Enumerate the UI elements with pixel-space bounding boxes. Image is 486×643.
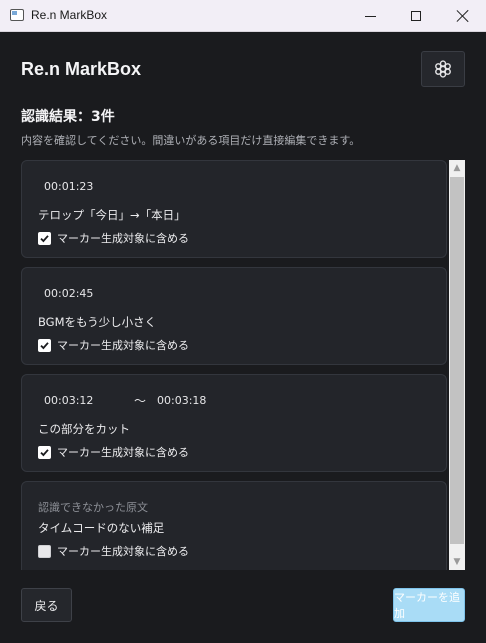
checkmark-icon (40, 341, 49, 349)
minimize-button[interactable] (347, 0, 393, 32)
instruction-text[interactable]: BGMをもう少し小さく (38, 314, 156, 330)
minimize-icon (364, 15, 376, 17)
start-timecode[interactable]: 00:01:23 (44, 180, 93, 193)
result-card: 00:03:12 〜 00:03:18 この部分をカット マーカー生成対象に含め… (21, 374, 447, 472)
end-timecode[interactable]: 00:03:18 (157, 394, 206, 407)
include-checkbox[interactable] (38, 544, 51, 558)
main-content: Re.n MarkBox 認識結果：3件 内容を確認してください。間違いがある項… (0, 32, 486, 643)
unrecognized-text[interactable]: タイムコードのない補足 (38, 520, 164, 536)
include-checkbox[interactable] (38, 338, 51, 352)
close-window-button[interactable] (440, 0, 486, 32)
results-heading: 認識結果：3件 (21, 109, 115, 125)
settings-button[interactable] (421, 51, 465, 87)
maximize-button[interactable] (393, 0, 439, 32)
results-list: 00:01:23 テロップ「今日」→「本日」 マーカー生成対象に含める 00:0… (21, 160, 447, 570)
include-checkbox-row[interactable]: マーカー生成対象に含める (38, 543, 189, 559)
instruction-text[interactable]: テロップ「今日」→「本日」 (38, 207, 186, 223)
window-title: Re.n MarkBox (31, 8, 108, 22)
add-markers-button[interactable]: マーカーを追加 (393, 588, 465, 622)
include-checkbox[interactable] (38, 445, 51, 459)
include-checkbox-label: マーカー生成対象に含める (57, 232, 189, 245)
include-checkbox-row[interactable]: マーカー生成対象に含める (38, 444, 189, 460)
include-checkbox[interactable] (38, 231, 51, 245)
app-window-icon (10, 9, 24, 21)
range-separator: 〜 (134, 394, 147, 408)
checkmark-icon (40, 234, 49, 242)
app-title: Re.n MarkBox (21, 59, 142, 79)
window-titlebar: Re.n MarkBox (0, 0, 486, 32)
result-card: 00:01:23 テロップ「今日」→「本日」 マーカー生成対象に含める (21, 160, 447, 258)
include-checkbox-label: マーカー生成対象に含める (57, 545, 189, 558)
unrecognized-label: 認識できなかった原文 (38, 501, 148, 514)
vertical-scrollbar[interactable]: ▲ ▼ (449, 160, 465, 570)
result-card: 00:02:45 BGMをもう少し小さく マーカー生成対象に含める (21, 267, 447, 365)
include-checkbox-label: マーカー生成対象に含める (57, 339, 189, 352)
scroll-thumb[interactable] (450, 177, 464, 544)
close-icon (457, 10, 469, 22)
unrecognized-card: 認識できなかった原文 タイムコードのない補足 マーカー生成対象に含める (21, 481, 447, 570)
results-description: 内容を確認してください。間違いがある項目だけ直接編集できます。 (21, 134, 361, 147)
scroll-down-arrow-icon[interactable]: ▼ (449, 554, 465, 570)
include-checkbox-row[interactable]: マーカー生成対象に含める (38, 337, 189, 353)
checkmark-icon (40, 448, 49, 456)
instruction-text[interactable]: この部分をカット (38, 421, 130, 437)
back-button[interactable]: 戻る (21, 588, 72, 622)
maximize-icon (411, 11, 421, 21)
gear-icon (435, 60, 451, 78)
include-checkbox-label: マーカー生成対象に含める (57, 446, 189, 459)
start-timecode[interactable]: 00:02:45 (44, 287, 93, 300)
include-checkbox-row[interactable]: マーカー生成対象に含める (38, 230, 189, 246)
start-timecode[interactable]: 00:03:12 (44, 394, 93, 407)
scroll-up-arrow-icon[interactable]: ▲ (449, 160, 465, 176)
